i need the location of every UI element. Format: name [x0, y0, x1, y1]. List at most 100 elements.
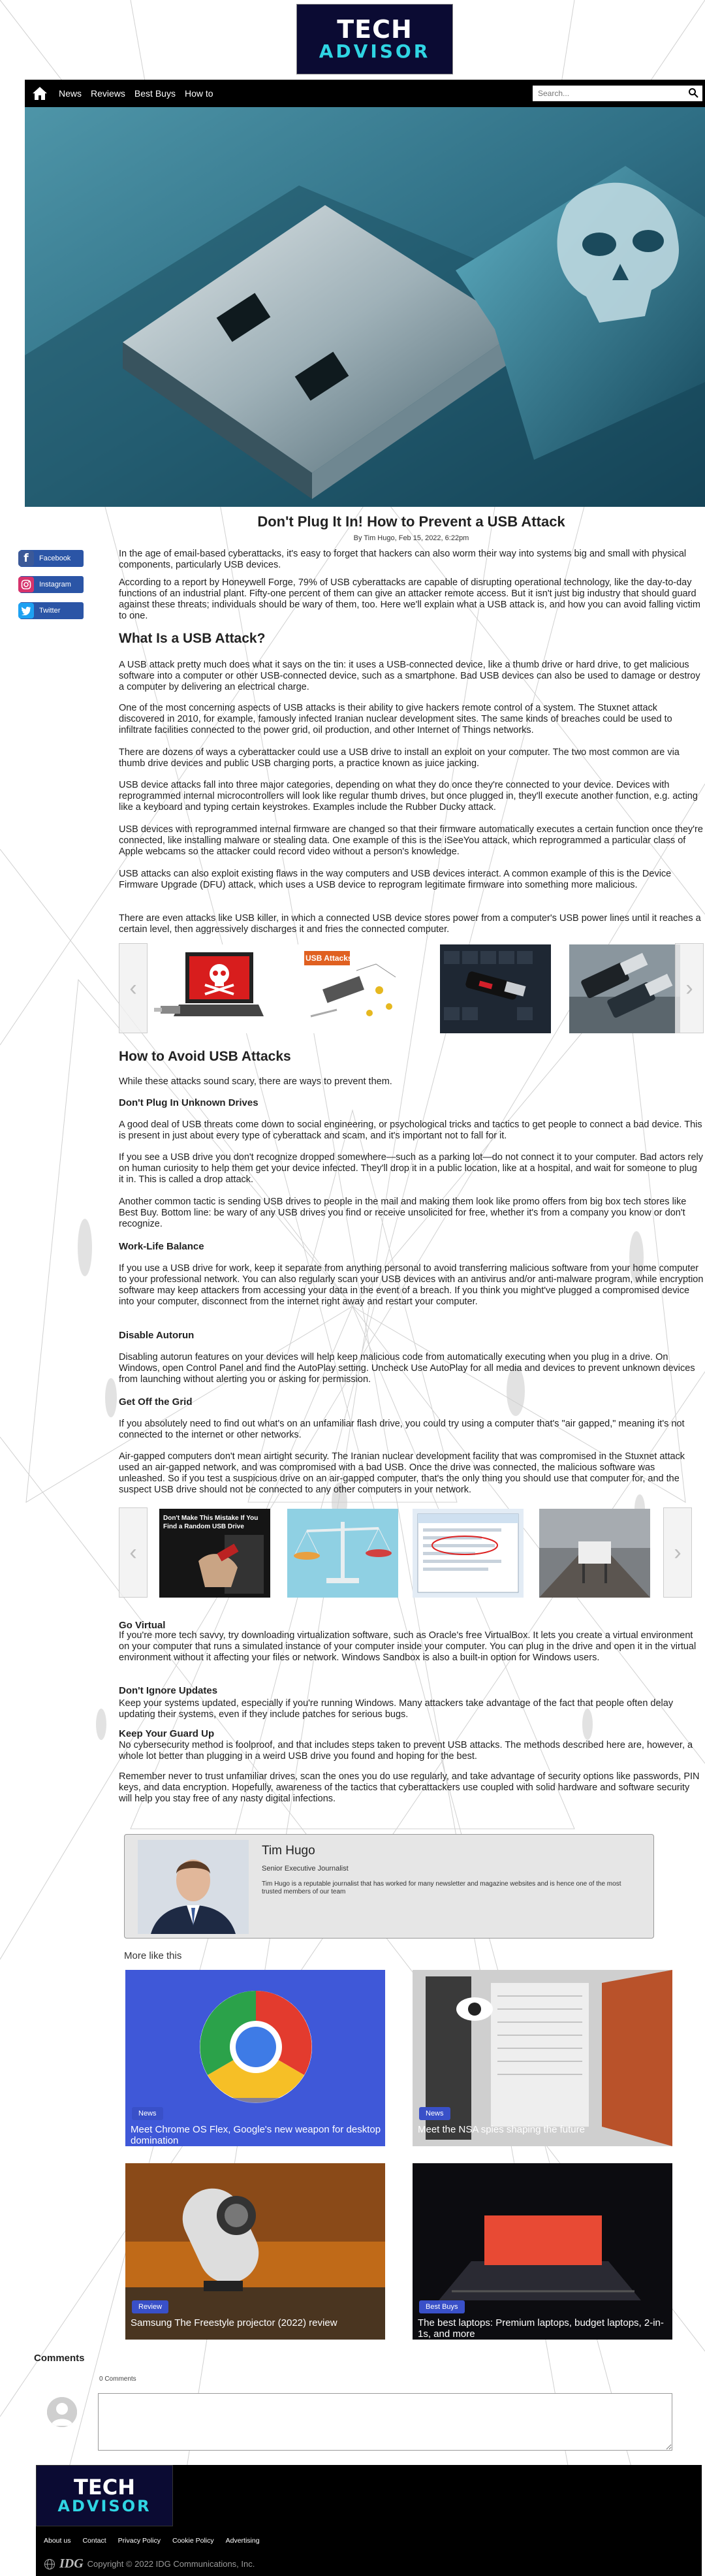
related-article-card[interactable]: News Meet Chrome OS Flex, Google's new w…	[125, 1970, 385, 2146]
logo-line-1: TECH	[337, 15, 413, 44]
search-input[interactable]	[533, 86, 702, 101]
globe-icon	[44, 2558, 55, 2569]
related-article-card[interactable]: News Meet the NSA spies shaping the futu…	[413, 1970, 672, 2146]
facebook-label: Facebook	[39, 555, 71, 562]
nav-best-buys[interactable]: Best Buys	[134, 88, 176, 99]
paragraph: No cybersecurity method is foolproof, an…	[119, 1740, 693, 1762]
subsection-heading: Keep Your Guard Up	[119, 1728, 215, 1739]
intro-paragraph: In the age of email-based cyberattacks, …	[119, 549, 687, 570]
home-icon[interactable]	[30, 84, 50, 103]
article-byline: By Tim Hugo, Feb 15, 2022, 6:22pm	[353, 534, 469, 542]
paragraph: If you absolutely need to find out what'…	[119, 1419, 685, 1440]
footer-links: About us Contact Privacy Policy Cookie P…	[44, 2537, 260, 2545]
main-nav: News Reviews Best Buys How to	[25, 80, 705, 107]
twitter-share-button[interactable]: Twitter	[18, 602, 84, 619]
carousel-image-autoplay-settings[interactable]	[413, 1509, 524, 1598]
idg-logo: IDG	[59, 2556, 84, 2571]
search-icon[interactable]	[688, 88, 698, 98]
paragraph: According to a report by Honeywell Forge…	[119, 577, 700, 621]
card-category-badge[interactable]: Review	[132, 2300, 169, 2313]
hero-image	[25, 107, 705, 507]
carousel-image-usb-ports[interactable]	[569, 944, 680, 1033]
instagram-icon	[18, 577, 34, 592]
related-article-card[interactable]: Best Buys The best laptops: Premium lapt…	[413, 2163, 672, 2340]
paragraph: A good deal of USB threats come down to …	[119, 1119, 702, 1141]
image-carousel: ‹ USB Attacks ›	[119, 938, 704, 1040]
footer-link-privacy[interactable]: Privacy Policy	[118, 2537, 161, 2545]
logo-line-2: ADVISOR	[319, 40, 431, 62]
subsection-heading: Don't Plug In Unknown Drives	[119, 1097, 258, 1108]
nav-how-to[interactable]: How to	[185, 88, 213, 99]
footer-link-advertising[interactable]: Advertising	[226, 2537, 260, 2545]
section-heading: How to Avoid USB Attacks	[119, 1049, 291, 1064]
author-role: Senior Executive Journalist	[262, 1865, 349, 1873]
facebook-icon: f	[18, 551, 34, 566]
paragraph: USB attacks can also exploit existing fl…	[119, 869, 672, 890]
carousel-image-usb-attacks[interactable]: USB Attacks	[298, 944, 409, 1033]
nav-reviews[interactable]: Reviews	[91, 88, 125, 99]
site-logo[interactable]: TECH ADVISOR	[296, 4, 453, 74]
paragraph: There are even attacks like USB killer, …	[119, 913, 701, 935]
card-category-badge[interactable]: News	[132, 2107, 163, 2120]
carousel-image-off-the-grid[interactable]	[539, 1509, 650, 1598]
instagram-share-button[interactable]: Instagram	[18, 576, 84, 593]
carousel-image-usb-mistake[interactable]: Don't Make This Mistake If You Find a Ra…	[159, 1509, 270, 1598]
paragraph: Remember never to trust unfamiliar drive…	[119, 1771, 700, 1804]
copyright-text: Copyright © 2022 IDG Communications, Inc…	[87, 2559, 255, 2569]
paragraph: There are dozens of ways a cyberattacker…	[119, 747, 680, 769]
usb-attacks-label: USB Attacks	[306, 954, 352, 963]
related-article-card[interactable]: Review Samsung The Freestyle projector (…	[125, 2163, 385, 2340]
card-title[interactable]: Meet Chrome OS Flex, Google's new weapon…	[131, 2124, 383, 2146]
card-category-badge[interactable]: News	[419, 2107, 450, 2120]
footer-logo-line-2: ADVISOR	[57, 2497, 151, 2515]
paragraph: Air-gapped computers don't mean airtight…	[119, 1451, 685, 1495]
user-avatar	[47, 2397, 77, 2427]
author-photo	[138, 1840, 249, 1934]
subsection-heading: Disable Autorun	[119, 1330, 195, 1341]
carousel-image-laptop-skull[interactable]	[154, 944, 265, 1033]
footer-logo[interactable]: TECH ADVISOR	[36, 2465, 173, 2526]
carousel-prev-button[interactable]: ‹	[119, 1507, 148, 1598]
site-footer: TECH ADVISOR About us Contact Privacy Po…	[36, 2465, 702, 2576]
facebook-share-button[interactable]: f Facebook	[18, 550, 84, 567]
nav-news[interactable]: News	[59, 88, 82, 99]
author-box: Tim Hugo Senior Executive Journalist Tim…	[124, 1834, 654, 1939]
card-title[interactable]: Samsung The Freestyle projector (2022) r…	[131, 2317, 383, 2328]
carousel-image-keyboard-usb[interactable]	[440, 944, 551, 1033]
carousel-image-balance-scale[interactable]	[287, 1509, 398, 1598]
card-title[interactable]: The best laptops: Premium laptops, budge…	[418, 2317, 670, 2340]
author-name[interactable]: Tim Hugo	[262, 1844, 315, 1858]
footer-link-cookie[interactable]: Cookie Policy	[172, 2537, 214, 2545]
subsection-heading: Don't Ignore Updates	[119, 1685, 218, 1696]
paragraph: If you're more tech savvy, try downloadi…	[119, 1630, 697, 1663]
subsection-heading: Get Off the Grid	[119, 1396, 193, 1408]
paragraph: Disabling autorun features on your devic…	[119, 1352, 695, 1385]
twitter-icon	[18, 603, 34, 619]
footer-copyright: IDG Copyright © 2022 IDG Communications,…	[44, 2556, 255, 2571]
card-category-badge[interactable]: Best Buys	[419, 2300, 465, 2313]
carousel-next-button[interactable]: ›	[675, 943, 704, 1033]
paragraph: USB devices with reprogrammed internal f…	[119, 824, 703, 857]
footer-link-contact[interactable]: Contact	[82, 2537, 106, 2545]
carousel-banner-text: Don't Make This Mistake If You Find a Ra…	[163, 1515, 258, 1530]
footer-logo-line-1: TECH	[74, 2475, 135, 2500]
paragraph: USB device attacks fall into three major…	[119, 780, 698, 813]
paragraph: Another common tactic is sending USB dri…	[119, 1197, 687, 1229]
paragraph: If you see a USB drive you don't recogni…	[119, 1152, 703, 1185]
more-like-this-heading: More like this	[124, 1950, 182, 1961]
section-heading: What Is a USB Attack?	[119, 631, 266, 646]
card-title[interactable]: Meet the NSA spies shaping the future	[418, 2124, 670, 2135]
instagram-label: Instagram	[39, 581, 71, 588]
paragraph: One of the most concerning aspects of US…	[119, 703, 672, 735]
comment-input[interactable]	[98, 2393, 672, 2451]
paragraph: A USB attack pretty much does what it sa…	[119, 660, 700, 692]
paragraph: If you use a USB drive for work, keep it…	[119, 1263, 704, 1307]
comments-heading: Comments	[34, 2353, 85, 2364]
subsection-heading: Work-Life Balance	[119, 1241, 204, 1252]
subsection-heading: Go Virtual	[119, 1620, 166, 1631]
footer-link-about[interactable]: About us	[44, 2537, 70, 2545]
article-title: Don't Plug It In! How to Prevent a USB A…	[257, 513, 565, 530]
author-bio: Tim Hugo is a reputable journalist that …	[262, 1880, 621, 1895]
carousel-next-button[interactable]: ›	[663, 1507, 692, 1598]
carousel-prev-button[interactable]: ‹	[119, 943, 148, 1033]
